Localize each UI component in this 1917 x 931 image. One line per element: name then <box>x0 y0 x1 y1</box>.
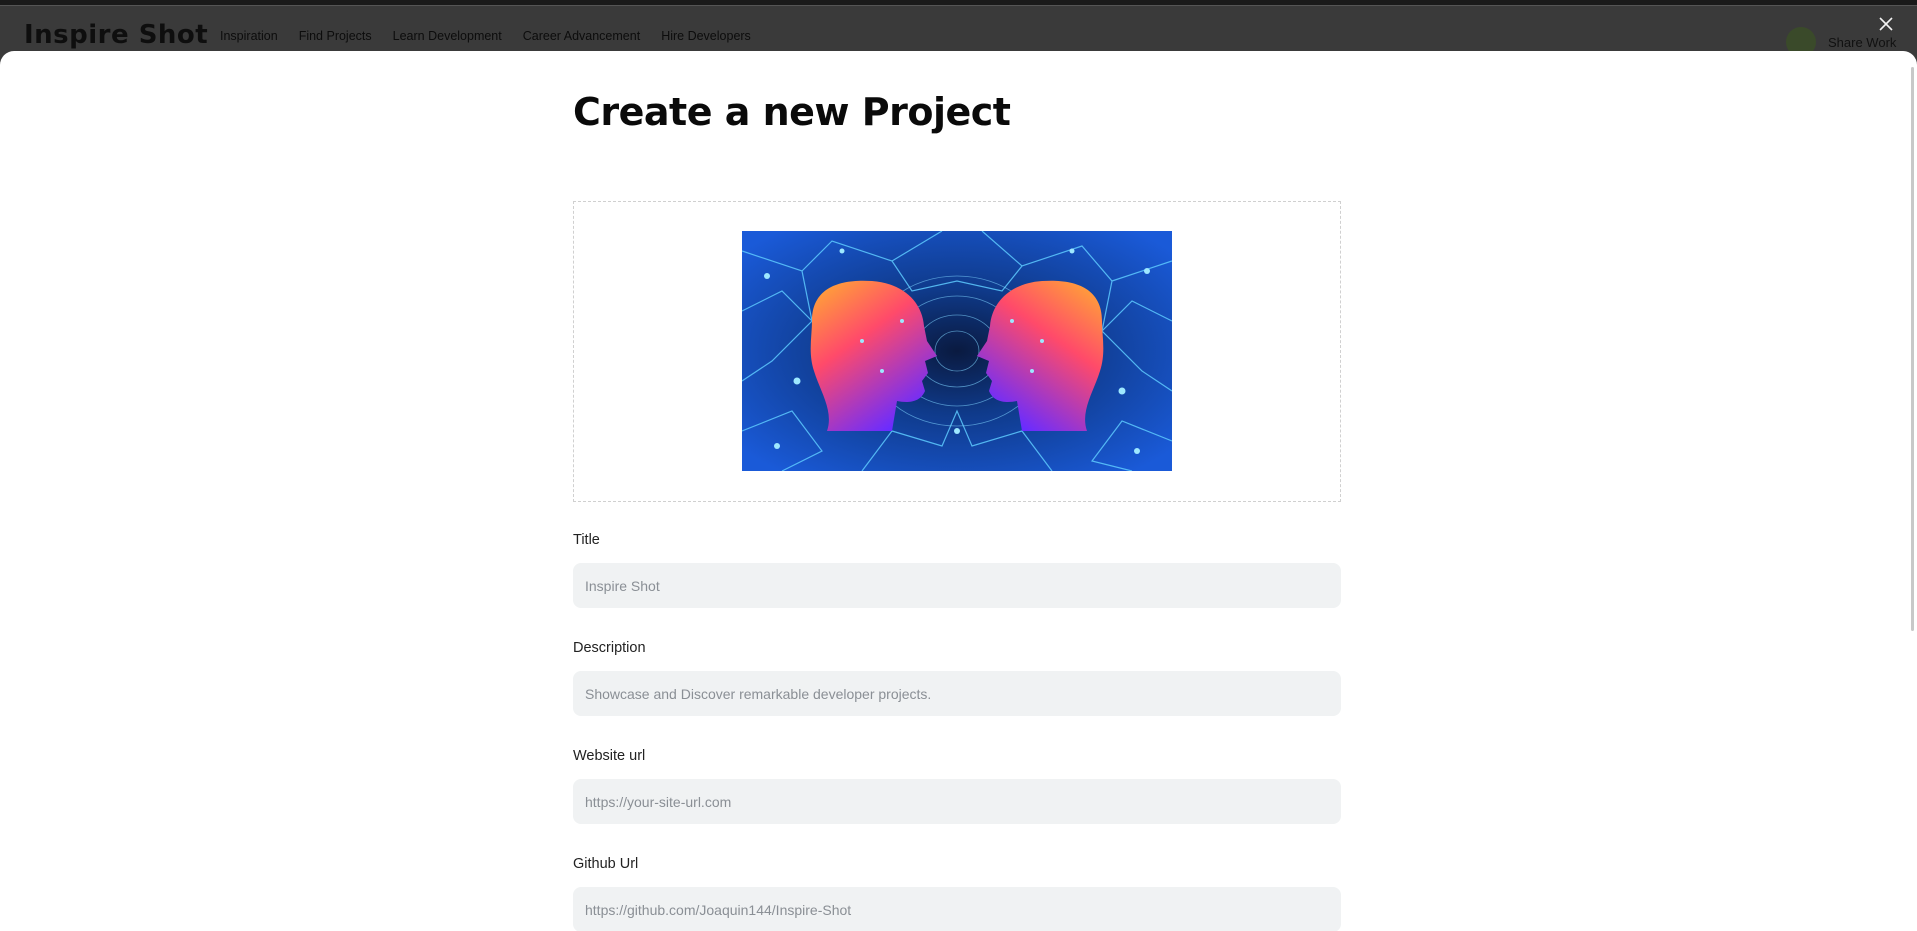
page-title: Create a new Project <box>573 90 1011 134</box>
website-url-input[interactable] <box>573 779 1341 824</box>
site-logo[interactable]: Inspire Shot <box>24 20 208 50</box>
nav-link-hire-developers[interactable]: Hire Developers <box>661 29 751 43</box>
image-upload-dropzone[interactable] <box>573 201 1341 502</box>
nav-link-find-projects[interactable]: Find Projects <box>299 29 372 43</box>
title-input[interactable] <box>573 563 1341 608</box>
share-work-link[interactable]: Share Work <box>1828 35 1896 50</box>
close-icon <box>1879 17 1893 31</box>
title-label: Title <box>573 532 600 548</box>
cover-image-preview <box>742 231 1172 471</box>
nav-link-learn-development[interactable]: Learn Development <box>393 29 502 43</box>
nav-link-inspiration[interactable]: Inspiration <box>220 29 278 43</box>
nav-links: Inspiration Find Projects Learn Developm… <box>220 29 751 43</box>
create-project-modal: Create a new Project Title Inspire Shot … <box>0 51 1917 931</box>
website-url-label: Website url <box>573 748 646 764</box>
description-input[interactable] <box>573 671 1341 716</box>
github-url-input[interactable] <box>573 887 1341 931</box>
close-modal-button[interactable] <box>1876 14 1896 34</box>
github-url-label: Github Url <box>573 856 639 872</box>
nav-link-career-advancement[interactable]: Career Advancement <box>523 29 640 43</box>
description-label: Description <box>573 640 646 656</box>
modal-scrollbar[interactable] <box>1911 67 1914 631</box>
